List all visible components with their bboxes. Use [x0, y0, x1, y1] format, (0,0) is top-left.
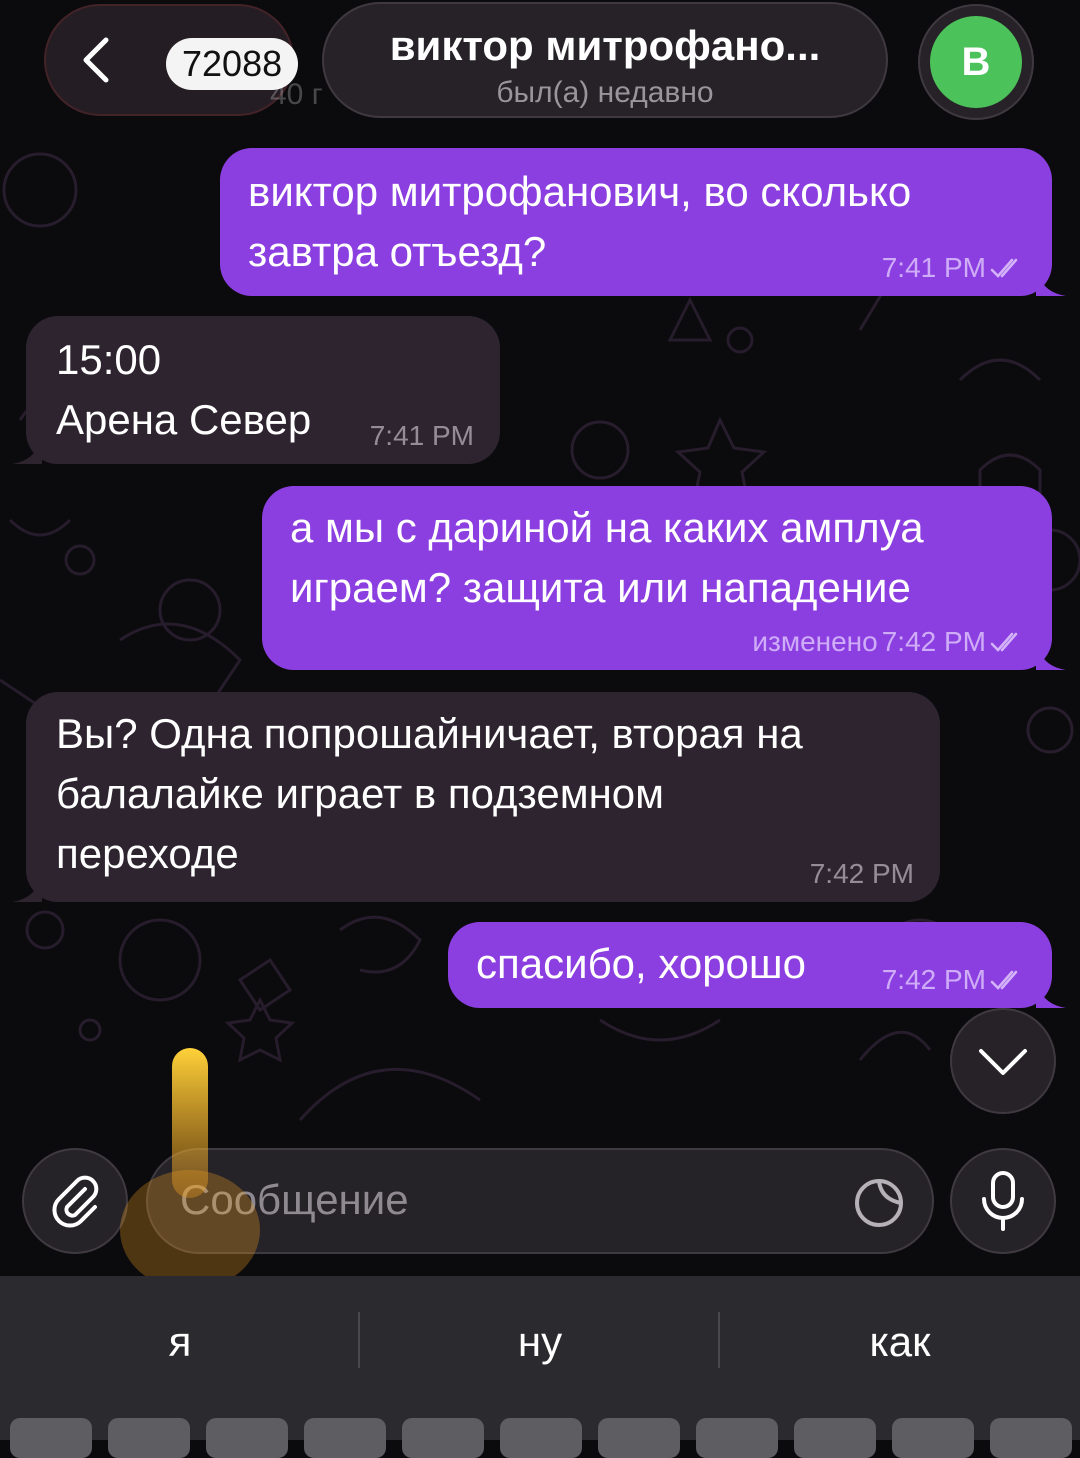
- edited-label: изменено: [752, 626, 878, 657]
- keyboard-suggestion[interactable]: как: [720, 1318, 1080, 1366]
- message-text: переходе: [56, 830, 239, 877]
- keyboard-suggestion[interactable]: ну: [360, 1318, 720, 1366]
- message-time: 7:41 PM: [881, 252, 986, 283]
- message-text: балалайке играет в подземном: [56, 770, 664, 817]
- keyboard-key[interactable]: [598, 1418, 680, 1458]
- keyboard-key[interactable]: [10, 1418, 92, 1458]
- message-time: 7:42 PM: [809, 858, 914, 889]
- double-check-icon: [990, 258, 1018, 278]
- avatar-button[interactable]: В: [918, 4, 1034, 120]
- message-text: а мы с дариной на каких амплуа: [290, 504, 924, 551]
- message-time: 7:42 PM: [881, 626, 986, 657]
- avatar: В: [930, 16, 1022, 108]
- microphone-icon: [982, 1171, 1024, 1231]
- message-meta: 7:42 PM: [810, 858, 914, 890]
- chevron-down-icon: [979, 1049, 1027, 1075]
- keyboard-key[interactable]: [304, 1418, 386, 1458]
- keyboard-key[interactable]: [794, 1418, 876, 1458]
- chat-status: был(а) недавно: [496, 76, 714, 109]
- chat-title: виктор митрофано...: [389, 22, 821, 69]
- keyboard-suggestion[interactable]: я: [0, 1318, 360, 1366]
- message-time: 7:41 PM: [369, 420, 474, 451]
- paperclip-icon: [52, 1175, 99, 1228]
- keyboard-key[interactable]: [108, 1418, 190, 1458]
- keyboard-key[interactable]: [696, 1418, 778, 1458]
- message-meta: 7:41 PM: [882, 252, 1026, 284]
- attach-button[interactable]: [22, 1148, 128, 1254]
- bubble-tail: [1036, 978, 1066, 1008]
- keyboard-key[interactable]: [990, 1418, 1072, 1458]
- message-text: Вы? Одна попрошайничает, вторая на: [56, 710, 803, 757]
- chevron-left-icon: [83, 37, 109, 83]
- message-meta: 7:41 PM: [370, 420, 474, 452]
- voice-message-button[interactable]: [950, 1148, 1056, 1254]
- scroll-to-bottom-button[interactable]: [950, 1008, 1056, 1114]
- message-text: 15:00: [56, 336, 162, 383]
- bubble-tail: [1036, 266, 1066, 296]
- message-bubble-outgoing[interactable]: а мы с дариной на каких амплуа играем? з…: [262, 486, 1066, 670]
- message-bubble-outgoing[interactable]: спасибо, хорошо 7:42 PM: [448, 922, 1066, 1008]
- message-input[interactable]: Сообщение: [146, 1148, 934, 1254]
- keyboard: я ну как: [0, 1276, 1080, 1458]
- keyboard-key[interactable]: [500, 1418, 582, 1458]
- keyboard-key[interactable]: [206, 1418, 288, 1458]
- sticker-icon[interactable]: [852, 1176, 906, 1230]
- message-input-placeholder: Сообщение: [180, 1176, 409, 1223]
- underlying-preview-text: 40 г: [270, 78, 323, 111]
- double-check-icon: [990, 632, 1018, 652]
- double-check-icon: [990, 970, 1018, 990]
- message-bubble-incoming[interactable]: Вы? Одна попрошайничает, вторая на балал…: [12, 692, 940, 902]
- bubble-tail: [12, 872, 42, 902]
- keyboard-key[interactable]: [892, 1418, 974, 1458]
- message-bubble-incoming[interactable]: 15:00 Арена Север 7:41 PM: [12, 316, 500, 464]
- message-meta: 7:42 PM: [882, 964, 1026, 996]
- bubble-tail: [1036, 640, 1066, 670]
- keyboard-key-row: [0, 1418, 1080, 1458]
- keyboard-key[interactable]: [402, 1418, 484, 1458]
- message-bubble-outgoing[interactable]: виктор митрофанович, во сколько завтра о…: [220, 148, 1066, 296]
- back-button[interactable]: 72088: [44, 4, 299, 116]
- message-time: 7:42 PM: [881, 964, 986, 995]
- message-text: играем? защита или нападение: [290, 564, 911, 611]
- message-meta: изменено 7:42 PM: [752, 626, 1026, 658]
- chat-header[interactable]: виктор митрофано... был(а) недавно: [322, 2, 888, 118]
- bubble-tail: [12, 434, 42, 464]
- message-text: виктор митрофанович, во сколько: [248, 168, 912, 215]
